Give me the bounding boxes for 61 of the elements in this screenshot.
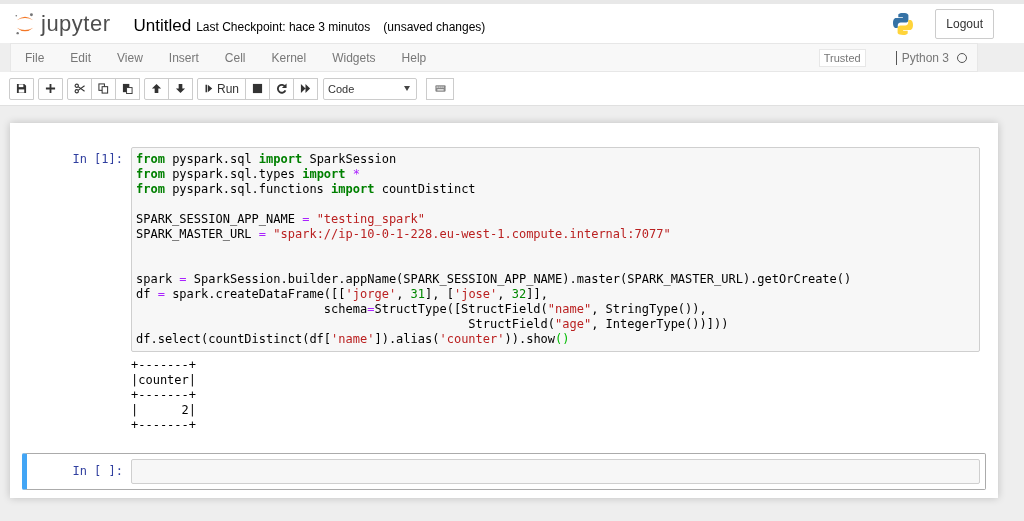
copy-button[interactable]: [91, 77, 116, 100]
kernel-name: Python 3: [895, 50, 949, 65]
output-line: +-------+: [131, 388, 197, 402]
restart-button[interactable]: [269, 77, 294, 100]
menu-item[interactable]: Cell: [224, 50, 259, 65]
run-button[interactable]: Run: [197, 77, 246, 100]
stop-button[interactable]: [245, 77, 270, 100]
code-line: df = spark.createDataFrame([['jorge', 31], ['jose', 32]],: [136, 287, 548, 301]
caret-icon: [404, 86, 410, 91]
code-line: from pyspark.sql.functions import countDistinct: [136, 182, 476, 196]
output-line: +-------+: [131, 418, 197, 432]
restart-icon: [276, 83, 287, 94]
code-line: SPARK_MASTER_URL = "spark://ip-10-0-1-228.eu-west-1.compute.internal:7077": [136, 227, 671, 241]
logo-text[interactable]: jupyter: [41, 10, 111, 37]
menu-item[interactable]: View: [117, 50, 156, 65]
code-line: from pyspark.sql import SparkSession: [136, 152, 397, 166]
input-prompt: In [ ]:: [71, 463, 124, 479]
step-forward-icon: [204, 84, 213, 93]
code-line: from pyspark.sql.types import *: [136, 167, 360, 181]
cut-button[interactable]: [67, 77, 92, 100]
arrow-down-icon: [175, 83, 186, 94]
input-prompt: In [1]:: [71, 151, 124, 167]
trusted-indicator[interactable]: Trusted: [818, 48, 866, 67]
fast-forward-button[interactable]: [293, 77, 318, 100]
keyboard-icon: [434, 83, 446, 94]
clipboard-icon: [122, 83, 133, 94]
output-line: |counter|: [131, 373, 197, 387]
keyboard-button[interactable]: [426, 77, 454, 100]
code-line: SPARK_SESSION_APP_NAME = "testing_spark": [136, 212, 425, 226]
copy-icon: [98, 83, 109, 94]
menu-item[interactable]: Edit: [70, 50, 105, 65]
code-line: spark = SparkSession.builder.appName(SPARK_SESSION_APP_NAME).master(SPARK_MASTER_URL).getOrCreate(): [136, 272, 852, 286]
output-line: | 2|: [131, 403, 197, 417]
arrow-up-icon: [151, 83, 162, 94]
fast-forward-icon: [300, 83, 311, 94]
menu-item[interactable]: File: [25, 50, 58, 65]
plus-icon: [45, 83, 56, 94]
checkpoint-status: Last Checkpoint: hace 3 minutos: [196, 19, 371, 34]
output-line: +-------+: [131, 358, 197, 372]
notebook-name[interactable]: Untitled: [133, 15, 192, 36]
menu-item[interactable]: Widgets: [332, 50, 389, 65]
logout-button[interactable]: Logout: [935, 8, 994, 39]
plus-button[interactable]: [38, 77, 63, 100]
down-button[interactable]: [168, 77, 193, 100]
stop-icon: [252, 83, 263, 94]
code-editor[interactable]: [131, 147, 980, 352]
menu-item[interactable]: Help: [401, 50, 440, 65]
up-button[interactable]: [144, 77, 169, 100]
paste-button[interactable]: [115, 77, 140, 100]
menu-item[interactable]: Kernel: [271, 50, 320, 65]
python-logo-icon: [891, 11, 916, 36]
code-cell[interactable]: In [ ]:: [22, 453, 986, 490]
code-line: StructField("age", IntegerType())])): [467, 317, 729, 331]
code-line: df.select(countDistinct(df['name']).alias('counter')).show(): [136, 332, 570, 346]
code-line: schema=StructType([StructField("name", StringType()),: [322, 302, 707, 316]
cell-type-dropdown[interactable]: Code: [323, 77, 417, 100]
save-button[interactable]: [9, 77, 34, 100]
menu-item[interactable]: Insert: [168, 50, 212, 65]
jupyter-logo-icon: [14, 11, 36, 36]
scissors-icon: [74, 83, 85, 94]
autosave-status: (unsaved changes): [383, 19, 486, 34]
